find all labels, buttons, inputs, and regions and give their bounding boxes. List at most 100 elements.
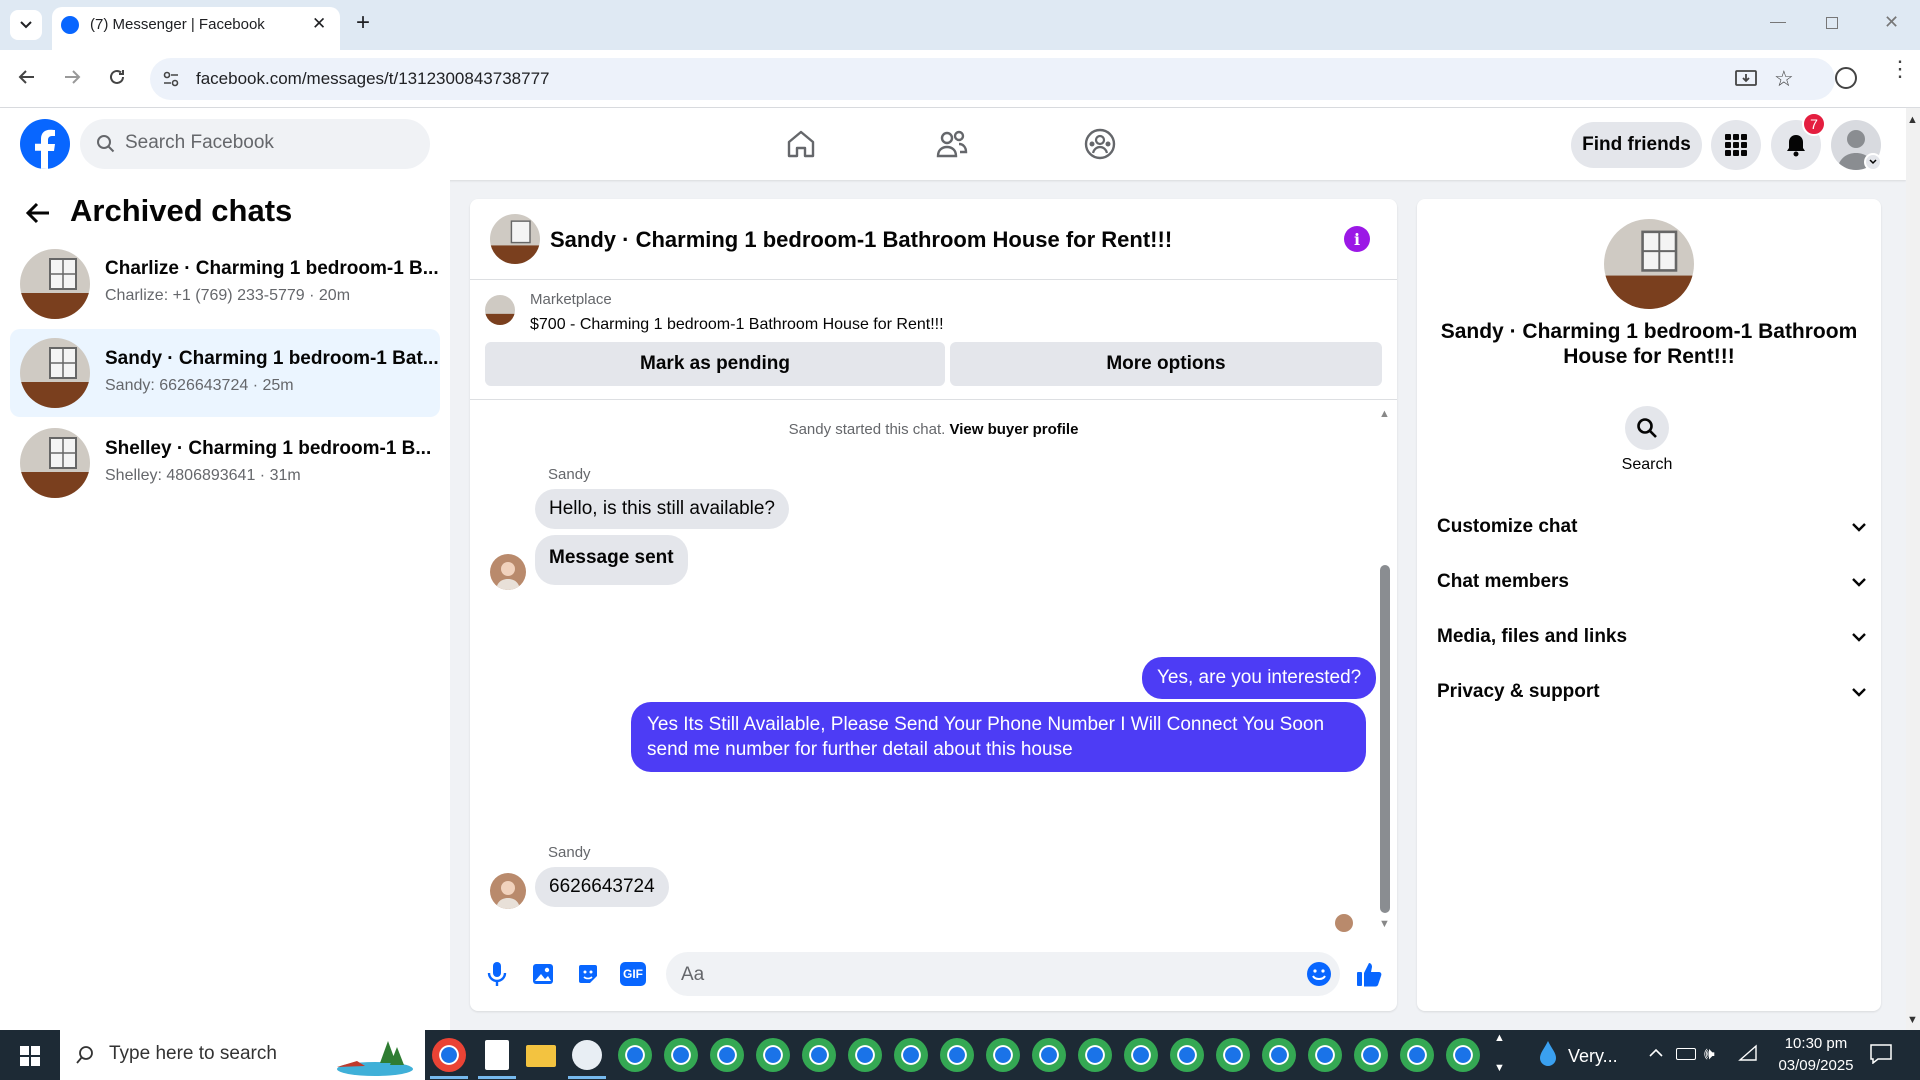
chrome-taskbar-icon[interactable]: [1078, 1038, 1112, 1072]
conversation-scrollbar[interactable]: [1380, 565, 1390, 913]
photo-icon[interactable]: [531, 962, 555, 986]
file-explorer-taskbar-icon[interactable]: [526, 1045, 556, 1067]
page-scrollbar[interactable]: [1906, 108, 1920, 1030]
listing-title[interactable]: $700 - Charming 1 bedroom-1 Bathroom Hou…: [530, 316, 944, 334]
search-placeholder: Search Facebook: [125, 132, 274, 153]
home-icon[interactable]: [785, 128, 817, 160]
privacy-support-row[interactable]: Privacy & support: [1437, 672, 1867, 712]
taskbar-overflow-down-icon[interactable]: ▼: [1494, 1062, 1505, 1074]
facebook-favicon-icon: [61, 16, 79, 34]
find-friends-button[interactable]: Find friends: [1571, 122, 1702, 168]
close-window-icon[interactable]: ✕: [1884, 12, 1899, 33]
search-icon: [1637, 418, 1657, 438]
profile-icon[interactable]: [1835, 67, 1857, 89]
info-title: Sandy · Charming 1 bedroom-1 Bathroom Ho…: [1440, 320, 1858, 368]
chrome-taskbar-icon[interactable]: [710, 1038, 744, 1072]
notepad-taskbar-icon[interactable]: [485, 1040, 509, 1070]
forward-icon[interactable]: [61, 66, 83, 88]
message-placeholder: Aa: [681, 964, 705, 985]
url-text[interactable]: facebook.com/messages/t/1312300843738777: [196, 69, 549, 89]
chrome-taskbar-icon[interactable]: [1032, 1038, 1066, 1072]
minimize-icon[interactable]: [1770, 22, 1786, 23]
chat-avatar: [20, 249, 90, 319]
more-options-button[interactable]: More options: [950, 342, 1382, 386]
incoming-message[interactable]: Hello, is this still available?: [535, 489, 789, 529]
info-search-button[interactable]: [1625, 406, 1669, 450]
bookmark-star-icon[interactable]: ☆: [1774, 66, 1794, 92]
taskbar-overflow-up-icon[interactable]: ▲: [1494, 1032, 1505, 1044]
system-text: Sandy started this chat.: [788, 421, 946, 438]
chrome-taskbar-icon[interactable]: [848, 1038, 882, 1072]
site-info-icon[interactable]: [162, 70, 180, 88]
chrome-taskbar-icon[interactable]: [756, 1038, 790, 1072]
conversation-avatar[interactable]: [490, 214, 540, 264]
facebook-logo-icon[interactable]: [19, 118, 71, 170]
gif-icon[interactable]: GIF: [620, 962, 646, 986]
chrome-taskbar-icon[interactable]: [986, 1038, 1020, 1072]
tab-list-icon[interactable]: [10, 10, 42, 40]
new-tab-icon[interactable]: +: [356, 9, 370, 37]
account-chevron-icon[interactable]: [1864, 153, 1882, 171]
view-buyer-profile-link[interactable]: View buyer profile: [950, 421, 1079, 438]
mark-pending-button[interactable]: Mark as pending: [485, 342, 945, 386]
outgoing-message[interactable]: Yes, are you interested?: [1142, 657, 1377, 699]
customize-chat-row[interactable]: Customize chat: [1437, 507, 1867, 547]
chrome-taskbar-icon[interactable]: [1354, 1038, 1388, 1072]
incoming-message[interactable]: 6626643724: [535, 867, 669, 907]
tray-chevron-icon[interactable]: [1648, 1046, 1664, 1058]
microphone-icon[interactable]: [487, 961, 507, 987]
media-files-row[interactable]: Media, files and links: [1437, 617, 1867, 657]
message-input[interactable]: [666, 952, 1340, 996]
reload-icon[interactable]: [107, 67, 127, 87]
chevron-down-icon: [1852, 578, 1866, 587]
chat-members-row[interactable]: Chat members: [1437, 562, 1867, 602]
menu-grid-button[interactable]: [1711, 120, 1761, 170]
chrome-taskbar-icon[interactable]: [618, 1038, 652, 1072]
chrome-taskbar-icon[interactable]: [894, 1038, 928, 1072]
chrome-taskbar-icon[interactable]: [432, 1038, 466, 1072]
notification-center-icon[interactable]: [1870, 1044, 1892, 1064]
emoji-icon[interactable]: [1306, 961, 1332, 987]
grid-icon: [1725, 134, 1747, 156]
chrome-taskbar-icon[interactable]: [1400, 1038, 1434, 1072]
volume-icon[interactable]: 🕪: [1704, 1044, 1715, 1064]
conversation-title[interactable]: Sandy · Charming 1 bedroom-1 Bathroom Ho…: [550, 227, 1172, 253]
weather-icon[interactable]: [1538, 1040, 1558, 1068]
groups-icon[interactable]: [1084, 128, 1116, 160]
restore-icon[interactable]: [1826, 17, 1838, 29]
back-arrow-icon[interactable]: [25, 201, 51, 225]
sticker-icon[interactable]: [576, 962, 600, 986]
chrome-taskbar-icon[interactable]: [1446, 1038, 1480, 1072]
page-scroll-up-icon[interactable]: ▲: [1907, 114, 1918, 126]
info-icon[interactable]: i: [1344, 226, 1370, 252]
chrome-taskbar-icon[interactable]: [1216, 1038, 1250, 1072]
chrome-taskbar-icon[interactable]: [1262, 1038, 1296, 1072]
clock-time[interactable]: 10:30 pm: [1776, 1035, 1856, 1052]
weather-text[interactable]: Very...: [1568, 1046, 1618, 1067]
chrome-taskbar-icon[interactable]: [940, 1038, 974, 1072]
chrome-taskbar-icon[interactable]: [802, 1038, 836, 1072]
clock-date[interactable]: 03/09/2025: [1766, 1057, 1866, 1074]
page-scroll-down-icon[interactable]: ▼: [1907, 1014, 1918, 1026]
scroll-down-icon[interactable]: ▼: [1379, 918, 1390, 930]
chrome-taskbar-icon[interactable]: [664, 1038, 698, 1072]
install-app-icon[interactable]: [1735, 69, 1757, 89]
close-tab-icon[interactable]: ✕: [312, 14, 326, 34]
paint-taskbar-icon[interactable]: [572, 1040, 602, 1070]
scroll-up-icon[interactable]: ▲: [1379, 408, 1390, 420]
battery-icon[interactable]: [1676, 1048, 1696, 1060]
browser-menu-icon[interactable]: ⋮: [1889, 58, 1911, 80]
chat-preview: Sandy: 6626643724 · 25m: [105, 377, 294, 394]
outgoing-message-long[interactable]: Yes Its Still Available, Please Send You…: [631, 702, 1366, 772]
like-icon[interactable]: [1355, 960, 1383, 988]
friends-icon[interactable]: [935, 128, 969, 160]
chrome-taskbar-icon[interactable]: [1124, 1038, 1158, 1072]
back-icon[interactable]: [16, 66, 38, 88]
incoming-message[interactable]: Message sent: [535, 535, 688, 585]
chrome-taskbar-icon[interactable]: [1308, 1038, 1342, 1072]
header-divider: [470, 279, 1397, 280]
wifi-icon[interactable]: [1738, 1044, 1758, 1062]
windows-start-icon[interactable]: [20, 1046, 40, 1066]
chrome-taskbar-icon[interactable]: [1170, 1038, 1204, 1072]
search-highlight-image: [325, 1033, 415, 1077]
